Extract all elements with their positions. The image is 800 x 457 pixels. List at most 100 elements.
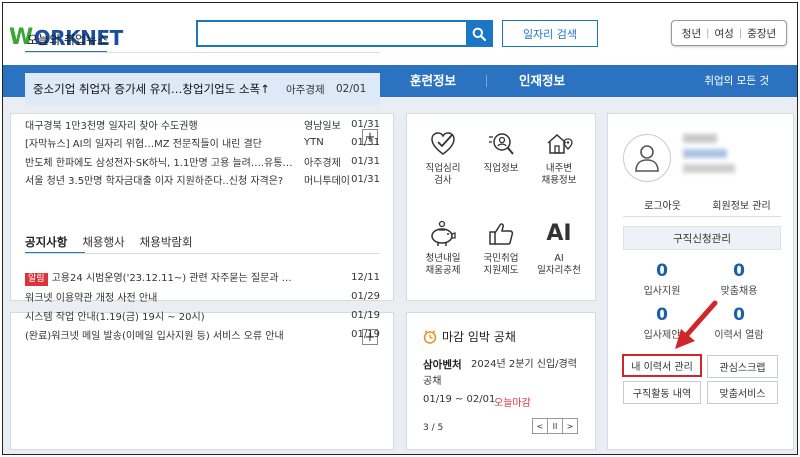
news-title[interactable]: 오늘의 취업뉴스 bbox=[27, 31, 108, 48]
notice-item-title: 워크넷 이용약관 개정 사전 안내 bbox=[25, 293, 158, 304]
thumbs-up-icon bbox=[489, 223, 514, 245]
notice-item-date: 12/11 bbox=[351, 272, 380, 283]
news-item-date: 01/31 bbox=[351, 174, 380, 186]
quick-menu-label: 채용정보 bbox=[541, 175, 577, 186]
news-item-source: YTN bbox=[304, 137, 324, 149]
search-box bbox=[196, 20, 493, 47]
deadline-today-label: 오늘마감 bbox=[494, 398, 531, 409]
news-item[interactable]: 대구경북 1만3천명 일자리 찾아 수도권행 영남일보 01/31 bbox=[25, 115, 380, 134]
check-heart-icon bbox=[431, 132, 455, 155]
quick-menu-youth-savings[interactable]: 청년내일 채움공제 bbox=[414, 219, 472, 277]
logout-button[interactable]: 로그아웃 bbox=[623, 197, 702, 212]
quick-menu-national-employment[interactable]: 국민취업 지원제도 bbox=[472, 219, 530, 277]
next-button[interactable]: > bbox=[562, 418, 578, 434]
notice-item[interactable]: 시스템 작업 안내(1.19(금) 19시 ~ 20시) 01/19 bbox=[25, 306, 380, 325]
job-application-mgmt[interactable]: 구직신청관리 bbox=[623, 226, 781, 250]
quick-menu-label: 국민취업 bbox=[483, 253, 519, 264]
alert-badge: 알림 bbox=[25, 273, 48, 286]
quick-menu-ai-recommend[interactable]: AI AI 일자리추천 bbox=[530, 219, 588, 277]
stat-value: 0 bbox=[656, 261, 668, 281]
notice-item-title: 시스템 작업 안내(1.19(금) 19시 ~ 20시) bbox=[25, 312, 205, 323]
news-item[interactable]: 반도체 한파에도 삼성전자·SK하닉, 1.1만명 고용 늘려….유통… 아주경… bbox=[25, 152, 380, 171]
quick-menu-label: 지원제도 bbox=[483, 265, 519, 276]
blurred-user-name bbox=[683, 134, 717, 143]
nav-item-talent[interactable]: 인재정보 bbox=[487, 65, 597, 97]
my-resume-button[interactable]: 내 이력서 관리 bbox=[622, 354, 702, 377]
divider bbox=[25, 253, 380, 254]
piggy-bank-icon bbox=[431, 220, 456, 246]
search-input[interactable] bbox=[198, 22, 466, 45]
notice-item-title: (완료)워크넷 메일 발송(이메일 입사지원 등) 서비스 오류 안내 bbox=[25, 331, 284, 342]
divider bbox=[623, 216, 781, 217]
news-item-date: 01/31 bbox=[351, 155, 380, 167]
magnifier-person-icon bbox=[489, 133, 514, 155]
news-highlight-item[interactable]: 중소기업 취업자 증가세 유지…창업기업도 소폭↑ 아주경제 02/01 bbox=[25, 73, 380, 105]
search-button[interactable] bbox=[466, 22, 491, 45]
deadline-desc-cont[interactable]: 공채 bbox=[423, 372, 441, 387]
job-search-button[interactable]: 일자리 검색 bbox=[502, 20, 598, 47]
news-item-date: 01/31 bbox=[351, 137, 380, 149]
divider bbox=[25, 52, 380, 53]
custom-service-button[interactable]: 맞춤서비스 bbox=[707, 381, 778, 404]
notice-tabs: 공지사항 채용행사 채용박람회 bbox=[25, 234, 208, 250]
separator: | bbox=[706, 27, 710, 39]
user-type-women[interactable]: 여성 bbox=[715, 26, 734, 41]
stat-value: 0 bbox=[733, 261, 745, 281]
quick-menu-label: AI bbox=[554, 253, 564, 264]
notice-item-date: 01/19 bbox=[351, 310, 380, 321]
news-item[interactable]: 서울 청년 3.5만명 학자금대출 이자 지원하준다..신청 자격은? 머니투데… bbox=[25, 171, 380, 190]
quick-menu-job-info[interactable]: 직업정보 bbox=[472, 129, 530, 175]
notice-item[interactable]: 워크넷 이용약관 개정 사전 안내 01/29 bbox=[25, 287, 380, 306]
page-frame: W ORKNET 일자리 검색 청년 | 여성 | 중장년 채용정보 직업·진로… bbox=[2, 2, 798, 455]
interest-scrap-button[interactable]: 관심스크랩 bbox=[707, 355, 778, 378]
notice-item-text: 고용24 시범운영('23.12.11~) 관련 자주묻는 질문과 … bbox=[51, 273, 292, 284]
user-type-selector: 청년 | 여성 | 중장년 bbox=[671, 20, 787, 46]
notice-item[interactable]: (완료)워크넷 메일 발송(이메일 입사지원 등) 서비스 오류 안내 01/1… bbox=[25, 325, 380, 344]
stat-label: 입사지원 bbox=[643, 286, 681, 297]
user-type-middle-aged[interactable]: 중장년 bbox=[747, 26, 776, 41]
quick-menu-psych-test[interactable]: 직업심리 검사 bbox=[414, 129, 472, 187]
quick-menu-nearby-jobs[interactable]: 내주변 채용정보 bbox=[530, 129, 588, 187]
ai-text-icon: AI bbox=[546, 221, 572, 246]
prev-button[interactable]: < bbox=[532, 418, 548, 434]
deadline-desc[interactable]: 2024년 2분기 신입/경력 bbox=[471, 357, 586, 372]
red-arrow-annotation bbox=[675, 300, 718, 349]
user-icon bbox=[635, 145, 659, 172]
tab-recruit-event[interactable]: 채용행사 bbox=[82, 234, 124, 250]
pause-button[interactable]: II bbox=[547, 418, 563, 434]
tab-job-fair[interactable]: 채용박람회 bbox=[140, 234, 193, 250]
avatar bbox=[623, 134, 671, 182]
news-item-date: 01/31 bbox=[351, 118, 380, 130]
notice-item-title: 알림 고용24 시범운영('23.12.11~) 관련 자주묻는 질문과 … bbox=[25, 269, 340, 286]
house-pin-icon bbox=[547, 133, 573, 154]
nav-all-link[interactable]: 취업의 모든 것 bbox=[704, 65, 769, 97]
news-item-source: 영남일보 bbox=[304, 120, 341, 132]
news-item-source: 머니투데이 bbox=[304, 176, 350, 188]
notice-list: 알림 고용24 시범운영('23.12.11~) 관련 자주묻는 질문과 … 12… bbox=[25, 268, 380, 344]
blurred-user-id bbox=[683, 149, 727, 158]
quick-menu-label: 내주변 bbox=[545, 163, 573, 174]
news-highlight-title: 중소기업 취업자 증가세 유지…창업기업도 소폭↑ bbox=[33, 82, 270, 96]
nav-item-training[interactable]: 훈련정보 bbox=[379, 65, 487, 97]
news-highlight-date: 02/01 bbox=[336, 83, 367, 95]
deadline-controls: < II > bbox=[532, 418, 578, 434]
user-type-youth[interactable]: 청년 bbox=[682, 26, 701, 41]
stat-matched-jobs[interactable]: 0 맞춤채용 bbox=[704, 261, 774, 297]
separator: | bbox=[738, 27, 743, 39]
news-list: 대구경북 1만3천명 일자리 찾아 수도권행 영남일보 01/31 [자막뉴스]… bbox=[25, 115, 380, 189]
news-item-title: 반도체 한파에도 삼성전자·SK하닉, 1.1만명 고용 늘려….유통… bbox=[25, 157, 293, 169]
account-links: 로그아웃 회원정보 관리 bbox=[623, 197, 781, 212]
tab-notice[interactable]: 공지사항 bbox=[25, 234, 67, 250]
notice-item-date: 01/19 bbox=[351, 329, 380, 340]
job-activity-button[interactable]: 구직활동 내역 bbox=[623, 381, 701, 404]
deadline-company[interactable]: 삼아벤처 bbox=[423, 357, 462, 372]
deadline-title: 마감 임박 공채 bbox=[423, 328, 516, 345]
header: W ORKNET 일자리 검색 청년 | 여성 | 중장년 bbox=[3, 3, 797, 65]
quick-menu-label: 채움공제 bbox=[425, 265, 461, 276]
stat-applications[interactable]: 0 입사지원 bbox=[627, 261, 697, 297]
search-icon bbox=[472, 27, 486, 41]
news-item[interactable]: [자막뉴스] AI의 일자리 위협…MZ 전문직들이 내린 결단 YTN 01/… bbox=[25, 134, 380, 153]
member-info-button[interactable]: 회원정보 관리 bbox=[702, 197, 781, 212]
notice-item[interactable]: 알림 고용24 시범운영('23.12.11~) 관련 자주묻는 질문과 … 12… bbox=[25, 268, 380, 287]
blurred-user-info bbox=[683, 164, 735, 173]
